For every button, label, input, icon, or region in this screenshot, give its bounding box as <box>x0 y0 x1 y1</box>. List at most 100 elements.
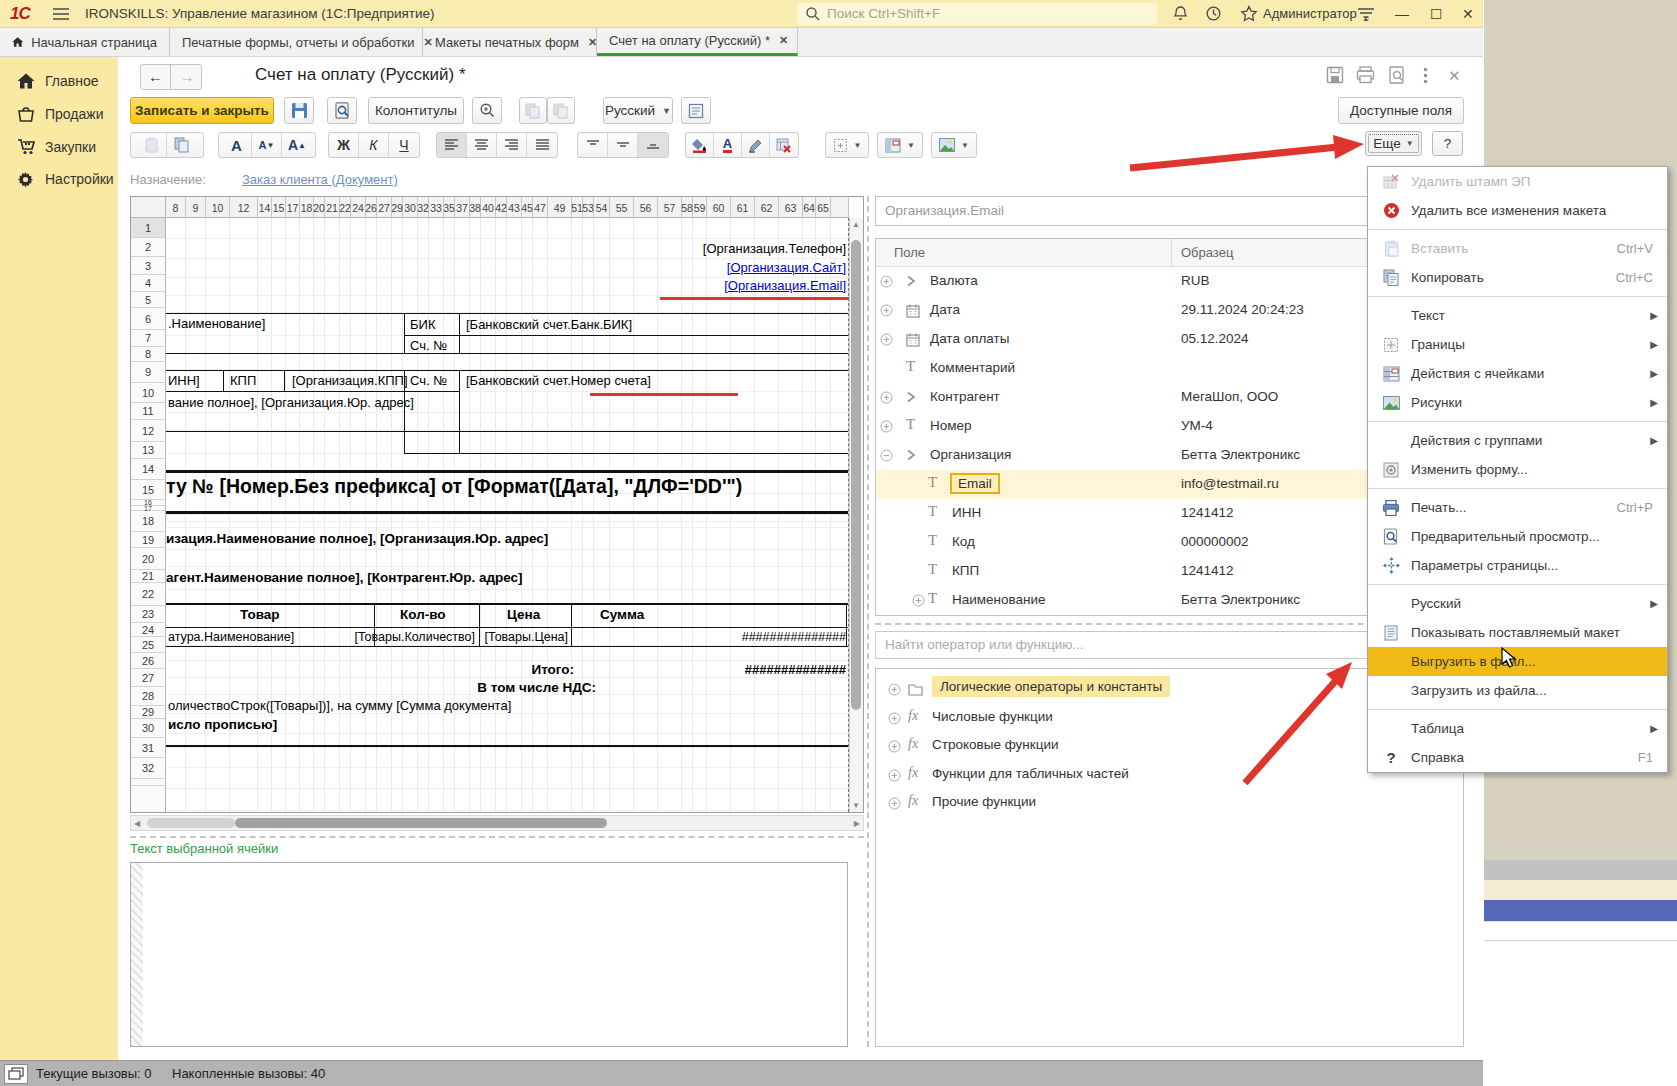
splitter-vertical[interactable] <box>867 196 869 1047</box>
underline-button[interactable]: Ч <box>389 133 419 157</box>
col-header[interactable]: 61 <box>731 197 755 218</box>
cell-account-value[interactable]: [Банковский счет.Номер счета] <box>466 373 651 388</box>
print-icon[interactable] <box>1356 66 1375 84</box>
col-header[interactable]: 15 <box>272 197 286 218</box>
tab-close-icon[interactable]: ✕ <box>779 34 788 47</box>
function-group-4[interactable]: fxПрочие функции <box>876 789 1463 818</box>
cell-supplier[interactable]: изация.Наименование полное], [Организаци… <box>166 531 548 546</box>
row-product[interactable]: атура.Наименование] <box>168 630 294 644</box>
sidebar-item-2[interactable]: Закупки <box>0 132 118 162</box>
th-sum[interactable]: Сумма <box>600 607 644 622</box>
main-menu-icon[interactable] <box>52 7 70 21</box>
col-header[interactable]: 62 <box>755 197 779 218</box>
menu-item-24[interactable]: ?СправкаF1 <box>1368 743 1667 772</box>
cell-inn[interactable]: ИНН] <box>168 373 200 388</box>
row-header[interactable]: 32 <box>131 758 165 779</box>
menu-item-16[interactable]: Параметры страницы... <box>1368 551 1667 580</box>
row-header[interactable]: 14 <box>131 459 165 480</box>
cells-dropdown[interactable]: ▼ <box>877 132 923 158</box>
row-header[interactable]: 3 <box>131 257 165 275</box>
align-left-icon[interactable] <box>437 133 467 157</box>
col-header[interactable]: 24 <box>351 197 366 218</box>
minimize-button[interactable]: — <box>1395 6 1409 22</box>
col-header[interactable]: 38 <box>470 197 481 218</box>
col-header[interactable]: 9 <box>186 197 206 218</box>
preview-button[interactable] <box>327 97 357 124</box>
menu-item-19[interactable]: Показывать поставляемый макет <box>1368 618 1667 647</box>
sheet-row-headers[interactable]: 1234567891011121314151617181920212223242… <box>131 218 166 812</box>
row-header[interactable]: 11 <box>131 403 165 420</box>
col-header[interactable]: 60 <box>707 197 731 218</box>
tab-1[interactable]: Печатные формы, отчеты и обработки✕ <box>170 28 423 56</box>
col-header[interactable]: 22 <box>340 197 351 218</box>
row-header[interactable]: 22 <box>131 583 165 606</box>
cell-bik-label[interactable]: БИК <box>410 317 435 332</box>
words-row[interactable]: исло прописью] <box>168 717 277 732</box>
row-header[interactable]: 30 <box>131 719 165 738</box>
available-fields-button[interactable]: Доступные поля <box>1338 97 1464 124</box>
valign-bottom-icon[interactable] <box>638 133 668 157</box>
sidebar-item-1[interactable]: Продажи <box>0 99 118 129</box>
copy-icon[interactable] <box>167 133 197 157</box>
paste-style-button[interactable] <box>547 97 575 124</box>
sidebar-item-0[interactable]: Главное <box>0 66 118 96</box>
history-icon[interactable] <box>1205 5 1222 22</box>
paste-icon[interactable] <box>137 133 167 157</box>
italic-button[interactable]: К <box>359 133 389 157</box>
total-label[interactable]: Итого: <box>531 662 574 677</box>
row-header[interactable]: 28 <box>131 687 165 706</box>
menu-item-4[interactable]: КопироватьCtrl+C <box>1368 263 1667 292</box>
menu-item-9[interactable]: Рисунки▶ <box>1368 388 1667 417</box>
col-header[interactable]: 65 <box>816 197 831 218</box>
col-header[interactable]: 18 <box>300 197 314 218</box>
menu-item-20[interactable]: Выгрузить в файл... <box>1368 647 1667 676</box>
font-bigger-icon[interactable]: A▲ <box>282 133 312 157</box>
maximize-button[interactable]: ☐ <box>1430 6 1443 22</box>
col-header[interactable] <box>831 197 849 218</box>
sheet-column-headers[interactable]: 8910121415171820212224262729303233353738… <box>166 197 849 218</box>
row-header[interactable]: 29 <box>131 706 165 719</box>
col-header[interactable]: 14 <box>258 197 272 218</box>
row-header[interactable]: 9 <box>131 362 165 383</box>
valign-top-icon[interactable] <box>578 133 608 157</box>
row-header[interactable] <box>131 779 165 786</box>
cell-site[interactable]: [Организация.Сайт] <box>727 260 846 275</box>
spreadsheet[interactable]: 8910121415171820212224262729303233353738… <box>130 196 864 813</box>
col-header[interactable]: 26 <box>366 197 377 218</box>
row-sum[interactable]: ############### <box>742 630 846 644</box>
row-header[interactable]: 4 <box>131 275 165 292</box>
favorites-icon[interactable] <box>1240 5 1258 22</box>
help-button[interactable]: ? <box>1432 131 1463 156</box>
cell-doc-title[interactable]: ту № [Номер.Без префикса] от [Формат([Да… <box>166 475 742 498</box>
col-header[interactable]: 20 <box>314 197 325 218</box>
borders-dropdown[interactable]: ▼ <box>825 132 869 158</box>
menu-item-21[interactable]: Загрузить из файла... <box>1368 676 1667 705</box>
row-header[interactable]: 15 <box>131 480 165 500</box>
row-header[interactable]: 25 <box>131 637 165 653</box>
close-form-icon[interactable]: ✕ <box>1448 67 1461 85</box>
row-header[interactable]: 18 <box>131 511 165 532</box>
valign-middle-icon[interactable] <box>608 133 638 157</box>
row-header[interactable]: 5 <box>131 292 165 308</box>
font-smaller-icon[interactable]: A▼ <box>252 133 282 157</box>
col-header[interactable]: 27 <box>377 197 392 218</box>
row-header[interactable]: 26 <box>131 653 165 669</box>
headers-footers-button[interactable]: Колонтитулы <box>368 97 464 124</box>
sheet-hscrollbar[interactable]: ◀ ▶ <box>130 815 864 831</box>
cell-text-area[interactable] <box>130 862 848 1047</box>
user-name[interactable]: Администратор <box>1263 6 1357 21</box>
col-header[interactable]: 29 <box>392 197 403 218</box>
col-header[interactable]: 59 <box>693 197 707 218</box>
zoom-button[interactable] <box>472 97 502 124</box>
row-header[interactable]: 12 <box>131 420 165 442</box>
cell-account-label[interactable]: Сч. № <box>410 338 447 353</box>
tab-0[interactable]: Начальная страница <box>0 28 170 56</box>
cell-kpp-value[interactable]: [Организация.КПП] <box>292 373 408 388</box>
forward-button[interactable]: → <box>172 65 202 89</box>
col-header[interactable]: 43 <box>507 197 522 218</box>
pencil-icon[interactable] <box>742 133 770 157</box>
col-header[interactable]: 17 <box>286 197 300 218</box>
row-header[interactable]: 19 <box>131 532 165 548</box>
fill-color-icon[interactable] <box>686 133 714 157</box>
save-close-button[interactable]: Записать и закрыть <box>130 97 274 124</box>
